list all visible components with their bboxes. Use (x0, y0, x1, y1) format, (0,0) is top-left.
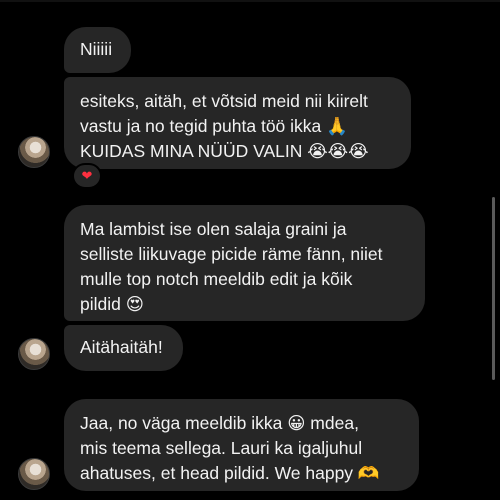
message-bubble[interactable]: Aitähaitäh! (64, 325, 183, 371)
message-bubble[interactable]: Niiiii (64, 27, 131, 73)
scrollbar[interactable] (492, 197, 495, 380)
chat-thread: Niiiii esiteks, aitäh, et võtsid meid ni… (0, 0, 500, 500)
heart-icon[interactable]: ❤ (72, 163, 102, 189)
message-bubble[interactable]: Ma lambist ise olen salaja graini ja sel… (64, 205, 425, 321)
avatar[interactable] (18, 136, 50, 168)
avatar[interactable] (18, 338, 50, 370)
avatar[interactable] (18, 458, 50, 490)
message-bubble[interactable]: esiteks, aitäh, et võtsid meid nii kiire… (64, 77, 411, 169)
message-bubble[interactable]: Jaa, no väga meeldib ikka 😀 mdea, mis te… (64, 399, 419, 491)
top-divider (0, 0, 500, 2)
